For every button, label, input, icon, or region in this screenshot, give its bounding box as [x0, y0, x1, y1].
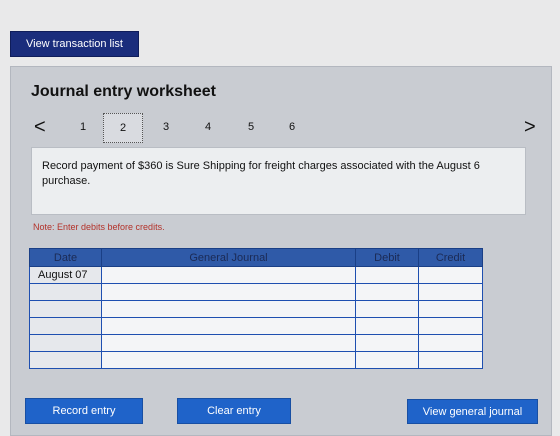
debit-input[interactable] [355, 266, 419, 284]
credit-input[interactable] [418, 351, 483, 369]
debit-input[interactable] [355, 334, 419, 352]
table-row [29, 334, 483, 352]
journal-input[interactable] [101, 266, 356, 284]
view-transaction-list-button[interactable]: View transaction list [10, 31, 139, 57]
note-text: Note: Enter debits before credits. [33, 222, 165, 232]
date-cell [29, 351, 102, 369]
worksheet-pager: < 1 2 3 4 5 6 > [0, 113, 560, 143]
table-row [29, 283, 483, 301]
table-row [29, 300, 483, 318]
page-1[interactable]: 1 [72, 117, 94, 137]
journal-input[interactable] [101, 351, 356, 369]
view-general-journal-button[interactable]: View general journal [407, 399, 538, 424]
date-cell [29, 300, 102, 318]
date-cell [29, 317, 102, 335]
credit-input[interactable] [418, 300, 483, 318]
page-3[interactable]: 3 [155, 117, 177, 137]
credit-input[interactable] [418, 317, 483, 335]
header-debit: Debit [355, 248, 419, 267]
table-row: August 07 [29, 266, 483, 284]
debit-input[interactable] [355, 351, 419, 369]
header-general-journal: General Journal [101, 248, 356, 267]
record-entry-button[interactable]: Record entry [25, 398, 143, 424]
date-cell: August 07 [29, 266, 102, 284]
date-cell [29, 283, 102, 301]
journal-input[interactable] [101, 283, 356, 301]
instruction-text: Record payment of $360 is Sure Shipping … [42, 160, 480, 187]
credit-input[interactable] [418, 334, 483, 352]
next-arrow-icon[interactable]: > [524, 116, 536, 138]
header-credit: Credit [418, 248, 483, 267]
instruction-box: Record payment of $360 is Sure Shipping … [31, 147, 526, 215]
debit-input[interactable] [355, 317, 419, 335]
table-row [29, 351, 483, 369]
clear-entry-button[interactable]: Clear entry [177, 398, 291, 424]
prev-arrow-icon[interactable]: < [34, 116, 46, 138]
table-row [29, 317, 483, 335]
debit-input[interactable] [355, 283, 419, 301]
journal-input[interactable] [101, 334, 356, 352]
credit-input[interactable] [418, 266, 483, 284]
journal-input[interactable] [101, 317, 356, 335]
credit-input[interactable] [418, 283, 483, 301]
journal-input[interactable] [101, 300, 356, 318]
page-4[interactable]: 4 [197, 117, 219, 137]
journal-table: Date General Journal Debit Credit August… [29, 248, 483, 369]
worksheet-title: Journal entry worksheet [31, 83, 216, 100]
debit-input[interactable] [355, 300, 419, 318]
page-2[interactable]: 2 [103, 113, 143, 143]
header-date: Date [29, 248, 102, 267]
date-cell [29, 334, 102, 352]
page-6[interactable]: 6 [281, 117, 303, 137]
page-5[interactable]: 5 [240, 117, 262, 137]
